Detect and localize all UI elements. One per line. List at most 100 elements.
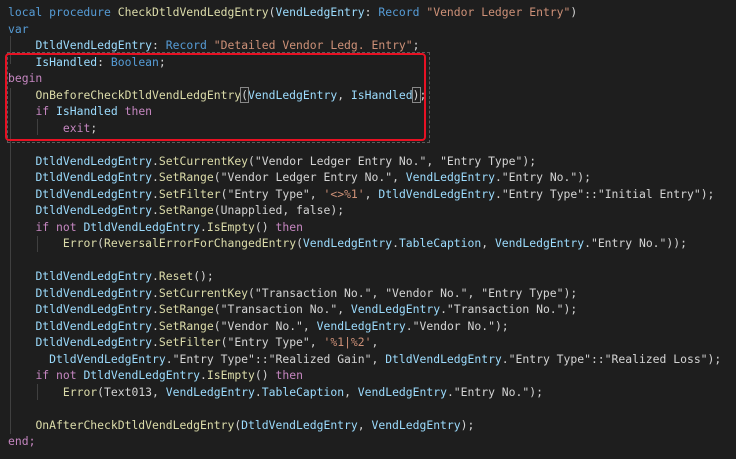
code-token: DtldVendLedgEntry — [35, 285, 153, 300]
code-token: . — [152, 203, 159, 217]
code-line[interactable]: DtldVendLedgEntry.SetCurrentKey("Transac… — [8, 285, 721, 302]
code-token: OnBeforeCheckDtldVendLedgEntry — [35, 87, 242, 102]
code-line[interactable]: DtldVendLedgEntry.SetCurrentKey("Vendor … — [8, 153, 721, 170]
code-line[interactable]: DtldVendLedgEntry.SetRange("Transaction … — [8, 301, 721, 318]
code-token: ."Entry Type"::"Realized Loss"); — [501, 351, 722, 366]
code-line[interactable]: IsHandled: Boolean; — [8, 54, 721, 71]
code-line[interactable]: OnAfterCheckDtldVendLedgEntry(DtldVendLe… — [8, 417, 721, 434]
code-token: Record — [378, 5, 420, 19]
code-token: ("Vendor Ledger Entry No.", — [213, 170, 406, 184]
code-content[interactable]: local procedure CheckDtldVendLedgEntry(V… — [8, 4, 721, 450]
code-token: DtldVendLedgEntry — [385, 351, 502, 366]
code-token: . — [152, 335, 159, 349]
code-token: SetRange — [158, 203, 214, 217]
code-token: VendLedgEntry — [275, 5, 365, 19]
code-line[interactable] — [8, 136, 721, 153]
code-token: ("Vendor No.", — [213, 318, 317, 333]
code-token: . — [152, 318, 159, 333]
code-line[interactable]: DtldVendLedgEntry.SetRange("Vendor No.",… — [8, 318, 721, 335]
code-token: ."Entry Type"::"Initial Entry"); — [494, 186, 715, 201]
code-line[interactable]: var — [8, 21, 721, 38]
code-token: DtldVendLedgEntry — [35, 38, 153, 52]
code-line[interactable]: exit; — [8, 120, 721, 137]
code-token: ReversalErrorForChangedEntry — [104, 236, 297, 250]
code-token: DtldVendLedgEntry — [49, 351, 166, 366]
code-token: then — [117, 104, 153, 118]
code-line[interactable]: DtldVendLedgEntry.SetRange(Unapplied, fa… — [8, 202, 721, 219]
code-token: SetFilter — [158, 335, 221, 349]
code-line[interactable]: OnBeforeCheckDtldVendLedgEntry(VendLedgE… — [8, 86, 721, 104]
code-token: then — [268, 368, 303, 382]
code-token: : — [97, 54, 111, 69]
code-line[interactable]: if not DtldVendLedgEntry.IsEmpty() then — [8, 367, 721, 384]
code-token: ) — [570, 5, 578, 19]
code-token: TableCaption — [398, 236, 482, 250]
code-token: ("Entry Type", — [220, 186, 324, 201]
code-token: (); — [193, 269, 214, 283]
code-token: SetRange — [158, 318, 214, 333]
code-line[interactable]: DtldVendLedgEntry.SetFilter("Entry Type"… — [8, 186, 721, 203]
code-token: exit — [62, 120, 91, 135]
code-token: ."Entry Type"::"Realized Gain", — [165, 351, 386, 366]
code-token: IsEmpty — [206, 368, 255, 382]
code-token: VendLedgEntry — [316, 318, 406, 333]
code-line[interactable] — [8, 400, 721, 417]
code-token: , — [357, 417, 372, 432]
code-line[interactable]: end; — [8, 433, 721, 450]
code-token: VendLedgEntry — [165, 384, 255, 399]
code-token: DtldVendLedgEntry — [35, 335, 153, 349]
code-line[interactable]: if not DtldVendLedgEntry.IsEmpty() then — [8, 219, 721, 236]
code-line[interactable]: DtldVendLedgEntry.Reset(); — [8, 268, 721, 285]
code-editor[interactable]: local procedure CheckDtldVendLedgEntry(V… — [0, 0, 736, 459]
code-line[interactable]: Error(Text013, VendLedgEntry.TableCaptio… — [8, 384, 721, 401]
code-token: DtldVendLedgEntry — [35, 153, 153, 168]
code-token: SetCurrentKey — [158, 285, 249, 300]
code-token: . — [152, 186, 159, 201]
code-token: DtldVendLedgEntry — [35, 318, 153, 333]
code-token: ; — [419, 87, 427, 102]
code-token: . — [200, 219, 207, 234]
code-token: (Text013, — [97, 384, 166, 399]
code-line[interactable] — [8, 252, 721, 269]
code-line[interactable]: if IsHandled then — [8, 103, 721, 120]
code-line[interactable]: local procedure CheckDtldVendLedgEntry(V… — [8, 4, 721, 21]
code-token: if — [35, 104, 57, 118]
code-line[interactable]: begin — [8, 70, 721, 87]
code-token: ("Transaction No.", — [213, 302, 351, 316]
code-token: . — [152, 153, 159, 168]
code-token: VendLedgEntry — [350, 302, 441, 316]
code-token: Record — [165, 38, 207, 52]
code-token: IsHandled — [350, 87, 413, 102]
code-token: ); — [460, 417, 475, 432]
code-token: "Vendor Ledger Entry" — [419, 5, 571, 19]
code-token: : — [152, 38, 166, 52]
code-token: DtldVendLedgEntry — [83, 219, 201, 234]
code-line[interactable]: DtldVendLedgEntry.SetRange("Vendor Ledge… — [8, 169, 721, 186]
code-token: : — [364, 5, 379, 19]
code-line[interactable]: Error(ReversalErrorForChangedEntry(VendL… — [8, 235, 721, 252]
code-token: if not — [35, 219, 84, 234]
code-line[interactable]: DtldVendLedgEntry."Entry Type"::"Realize… — [8, 351, 721, 368]
code-token: Reset — [158, 269, 194, 283]
code-token: Error — [62, 384, 98, 399]
code-token: then — [268, 219, 303, 234]
code-line[interactable]: DtldVendLedgEntry: Record "Detailed Vend… — [8, 37, 721, 54]
code-token: ."Entry No."); — [494, 170, 591, 184]
code-token: , — [481, 236, 495, 250]
code-token: , — [371, 335, 379, 349]
code-token: "Detailed Vendor Ledg. Entry" — [206, 38, 413, 52]
code-token: . — [152, 170, 159, 184]
code-line[interactable]: DtldVendLedgEntry.SetFilter("Entry Type"… — [8, 334, 721, 351]
code-token: ."Transaction No."); — [440, 302, 578, 316]
code-token: ( — [296, 236, 303, 250]
